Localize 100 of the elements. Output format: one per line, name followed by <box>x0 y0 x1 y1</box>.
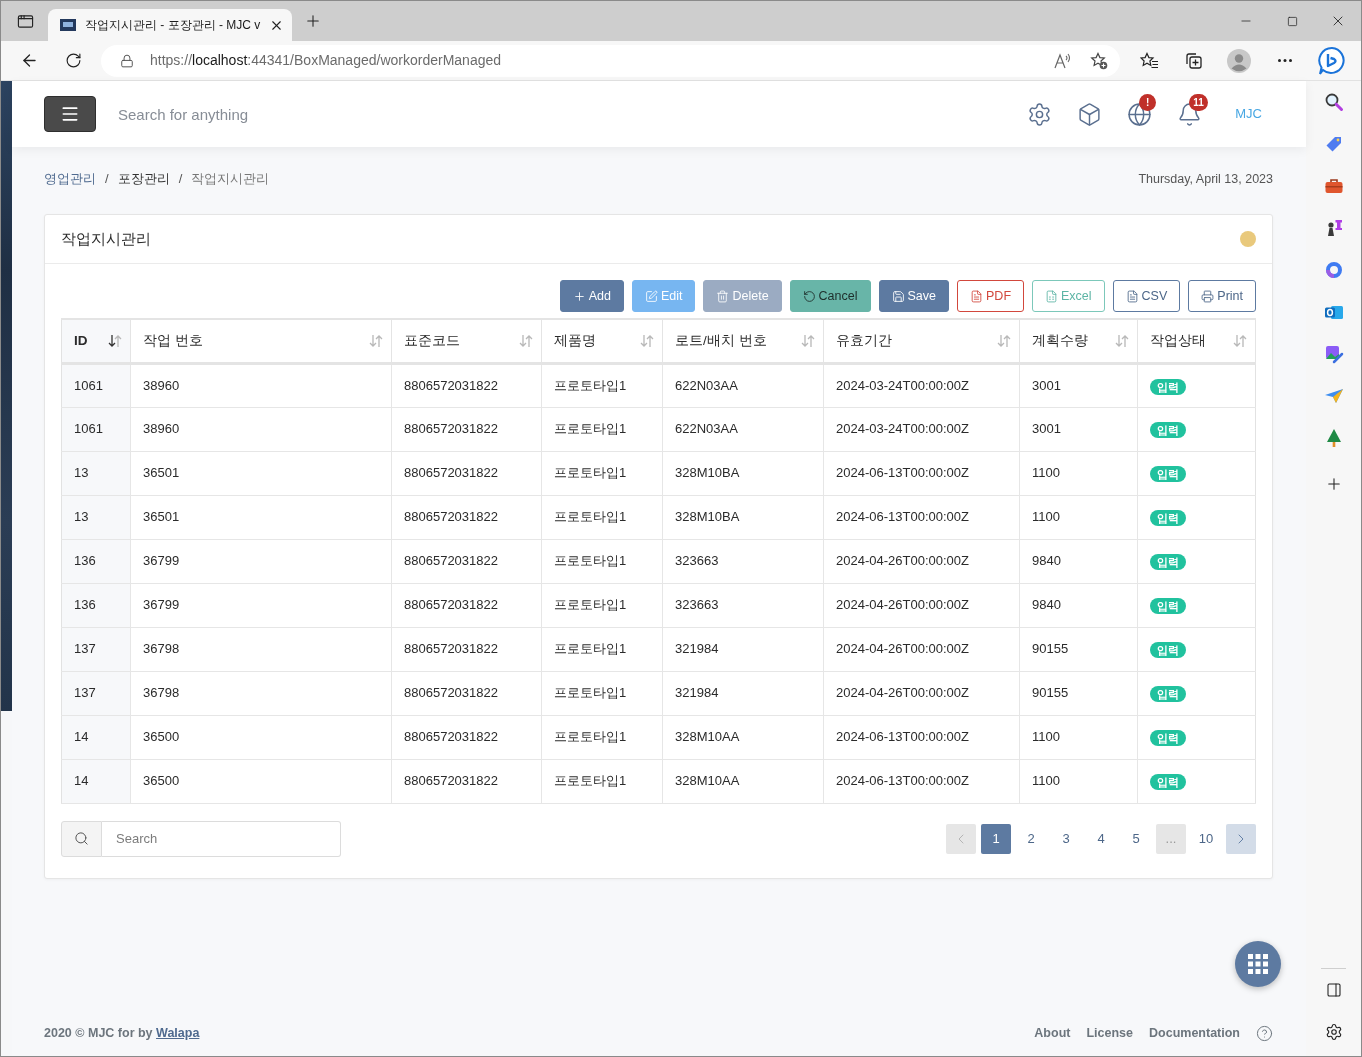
footer-link[interactable]: Documentation <box>1149 1023 1240 1043</box>
column-header[interactable]: 작업 번호 <box>130 319 392 363</box>
table-search-field[interactable]: Search <box>102 820 341 857</box>
table-cell: 14 <box>74 773 89 789</box>
address-bar[interactable]: https://localhost:44341/BoxManaged/workorderManaged <box>101 44 1120 77</box>
search-icon <box>61 820 102 857</box>
table-cell: 321984 <box>675 685 719 701</box>
notifications-button[interactable]: 11 <box>1177 93 1212 127</box>
plus-icon <box>572 289 586 303</box>
table-cell: 1100 <box>1032 509 1060 525</box>
print-button[interactable]: Print <box>1188 280 1256 312</box>
table-cell: 프로토타입1 <box>554 685 627 701</box>
pdf-button[interactable]: PDF <box>957 280 1024 312</box>
file-icon <box>1125 289 1139 303</box>
table-cell: 2024-04-26T00:00:00Z <box>836 685 969 701</box>
read-aloud-icon[interactable] <box>1054 52 1072 69</box>
edit-icon <box>644 289 658 303</box>
ring-logo-icon[interactable] <box>1323 260 1344 280</box>
status-badge: 입력 <box>1150 554 1186 570</box>
table-cell: 2024-03-24T00:00:00Z <box>836 377 969 393</box>
column-header[interactable]: 로트/배치 번호 <box>662 319 824 363</box>
credit-link[interactable]: Walapa <box>156 1025 200 1040</box>
status-badge: 입력 <box>1150 774 1186 790</box>
table-cell: 8806572031822 <box>404 377 498 393</box>
lock-icon <box>120 53 134 68</box>
status-badge: 입력 <box>1150 422 1186 438</box>
column-header[interactable]: 작업상태 <box>1137 319 1256 363</box>
table-cell: 328M10AA <box>675 773 740 789</box>
table-cell: 36799 <box>143 597 180 613</box>
table-cell: 1061 <box>74 421 103 437</box>
table-cell: 1061 <box>74 377 103 393</box>
table-cell: 2024-06-13T00:00:00Z <box>836 773 969 789</box>
status-badge: 입력 <box>1150 686 1186 702</box>
table-cell: 프로토타입1 <box>554 377 627 393</box>
table-cell: 1100 <box>1032 773 1060 789</box>
table-cell: 136 <box>74 597 96 613</box>
table-cell: 137 <box>74 641 96 657</box>
search-icon[interactable] <box>1323 92 1344 112</box>
status-badge: 입력 <box>1150 466 1186 482</box>
column-header[interactable]: 계획수량 <box>1019 319 1138 363</box>
toolbox-icon[interactable] <box>1323 176 1344 196</box>
table-cell: 8806572031822 <box>404 597 498 613</box>
image-edit-icon[interactable] <box>1323 344 1344 364</box>
spreadsheet-file-icon <box>1045 289 1058 303</box>
table-cell: 13 <box>74 509 89 525</box>
page-button[interactable]: 4 <box>1086 823 1116 854</box>
table-cell: 2024-06-13T00:00:00Z <box>836 465 969 481</box>
breadcrumb-link[interactable]: 포장관리 <box>117 169 170 189</box>
table-cell: 36500 <box>143 773 180 789</box>
table-cell: 90155 <box>1032 641 1069 657</box>
breadcrumb-current: 작업지시관리 <box>191 170 270 189</box>
column-header[interactable]: 유효기간 <box>823 319 1020 363</box>
table-cell: 13 <box>74 465 89 481</box>
settings-button[interactable] <box>1027 101 1053 127</box>
page-button[interactable]: 2 <box>1016 823 1046 854</box>
cancel-button[interactable]: Cancel <box>789 280 871 312</box>
menu-button[interactable] <box>44 96 96 132</box>
add-favorite-icon[interactable] <box>1090 51 1108 70</box>
table-cell: 8806572031822 <box>404 773 498 789</box>
column-header[interactable]: 표준코드 <box>391 319 542 363</box>
trash-icon <box>716 289 730 303</box>
cube-button[interactable] <box>1077 101 1103 127</box>
breadcrumb-separator: / <box>178 170 183 189</box>
browser-tab[interactable]: 작업지시관리 - 포장관리 - MJC v <box>48 9 293 41</box>
csv-button[interactable]: CSV <box>1112 280 1181 312</box>
table-cell: 프로토타입1 <box>554 597 627 613</box>
table-cell: 136 <box>74 553 96 569</box>
language-button[interactable]: ! <box>1127 93 1162 127</box>
page-button[interactable]: 3 <box>1051 823 1081 854</box>
status-badge: 입력 <box>1150 378 1186 395</box>
grid-icon <box>1248 954 1268 974</box>
status-badge: 입력 <box>1150 730 1186 746</box>
table-cell: 2024-04-26T00:00:00Z <box>836 553 969 569</box>
settings-icon[interactable] <box>1324 1023 1343 1041</box>
table-cell: 36501 <box>143 465 180 481</box>
breadcrumb-link[interactable]: 영업관리 <box>44 169 96 189</box>
search-field[interactable]: Search for anything <box>118 98 438 130</box>
table-cell: 2024-04-26T00:00:00Z <box>836 641 969 657</box>
table-cell: 8806572031822 <box>404 465 498 481</box>
table-cell: 프로토타입1 <box>554 465 627 481</box>
footer-link[interactable]: License <box>1086 1023 1133 1043</box>
table-cell: 14 <box>74 729 89 745</box>
menu-icon <box>60 104 80 124</box>
add-button[interactable]: Add <box>559 280 624 312</box>
help-icon[interactable] <box>1256 1024 1273 1042</box>
table-cell: 프로토타입1 <box>554 509 627 525</box>
table-cell: 8806572031822 <box>404 641 498 657</box>
table-cell: 328M10AA <box>675 729 740 745</box>
table-cell: 9840 <box>1032 553 1061 569</box>
cube-icon <box>1077 101 1103 127</box>
footer-link[interactable]: About <box>1034 1023 1071 1043</box>
table-cell: 323663 <box>675 597 719 613</box>
page-button[interactable]: 10 <box>1191 823 1221 854</box>
column-header[interactable]: 제품명 <box>541 319 663 363</box>
column-header[interactable]: ID <box>61 319 131 363</box>
save-button[interactable]: Save <box>878 280 949 312</box>
sidebar-panel-icon[interactable] <box>1325 982 1342 998</box>
table-cell: 36798 <box>143 685 180 701</box>
page-button[interactable]: 5 <box>1121 823 1151 854</box>
page-button[interactable]: 1 <box>981 823 1011 854</box>
